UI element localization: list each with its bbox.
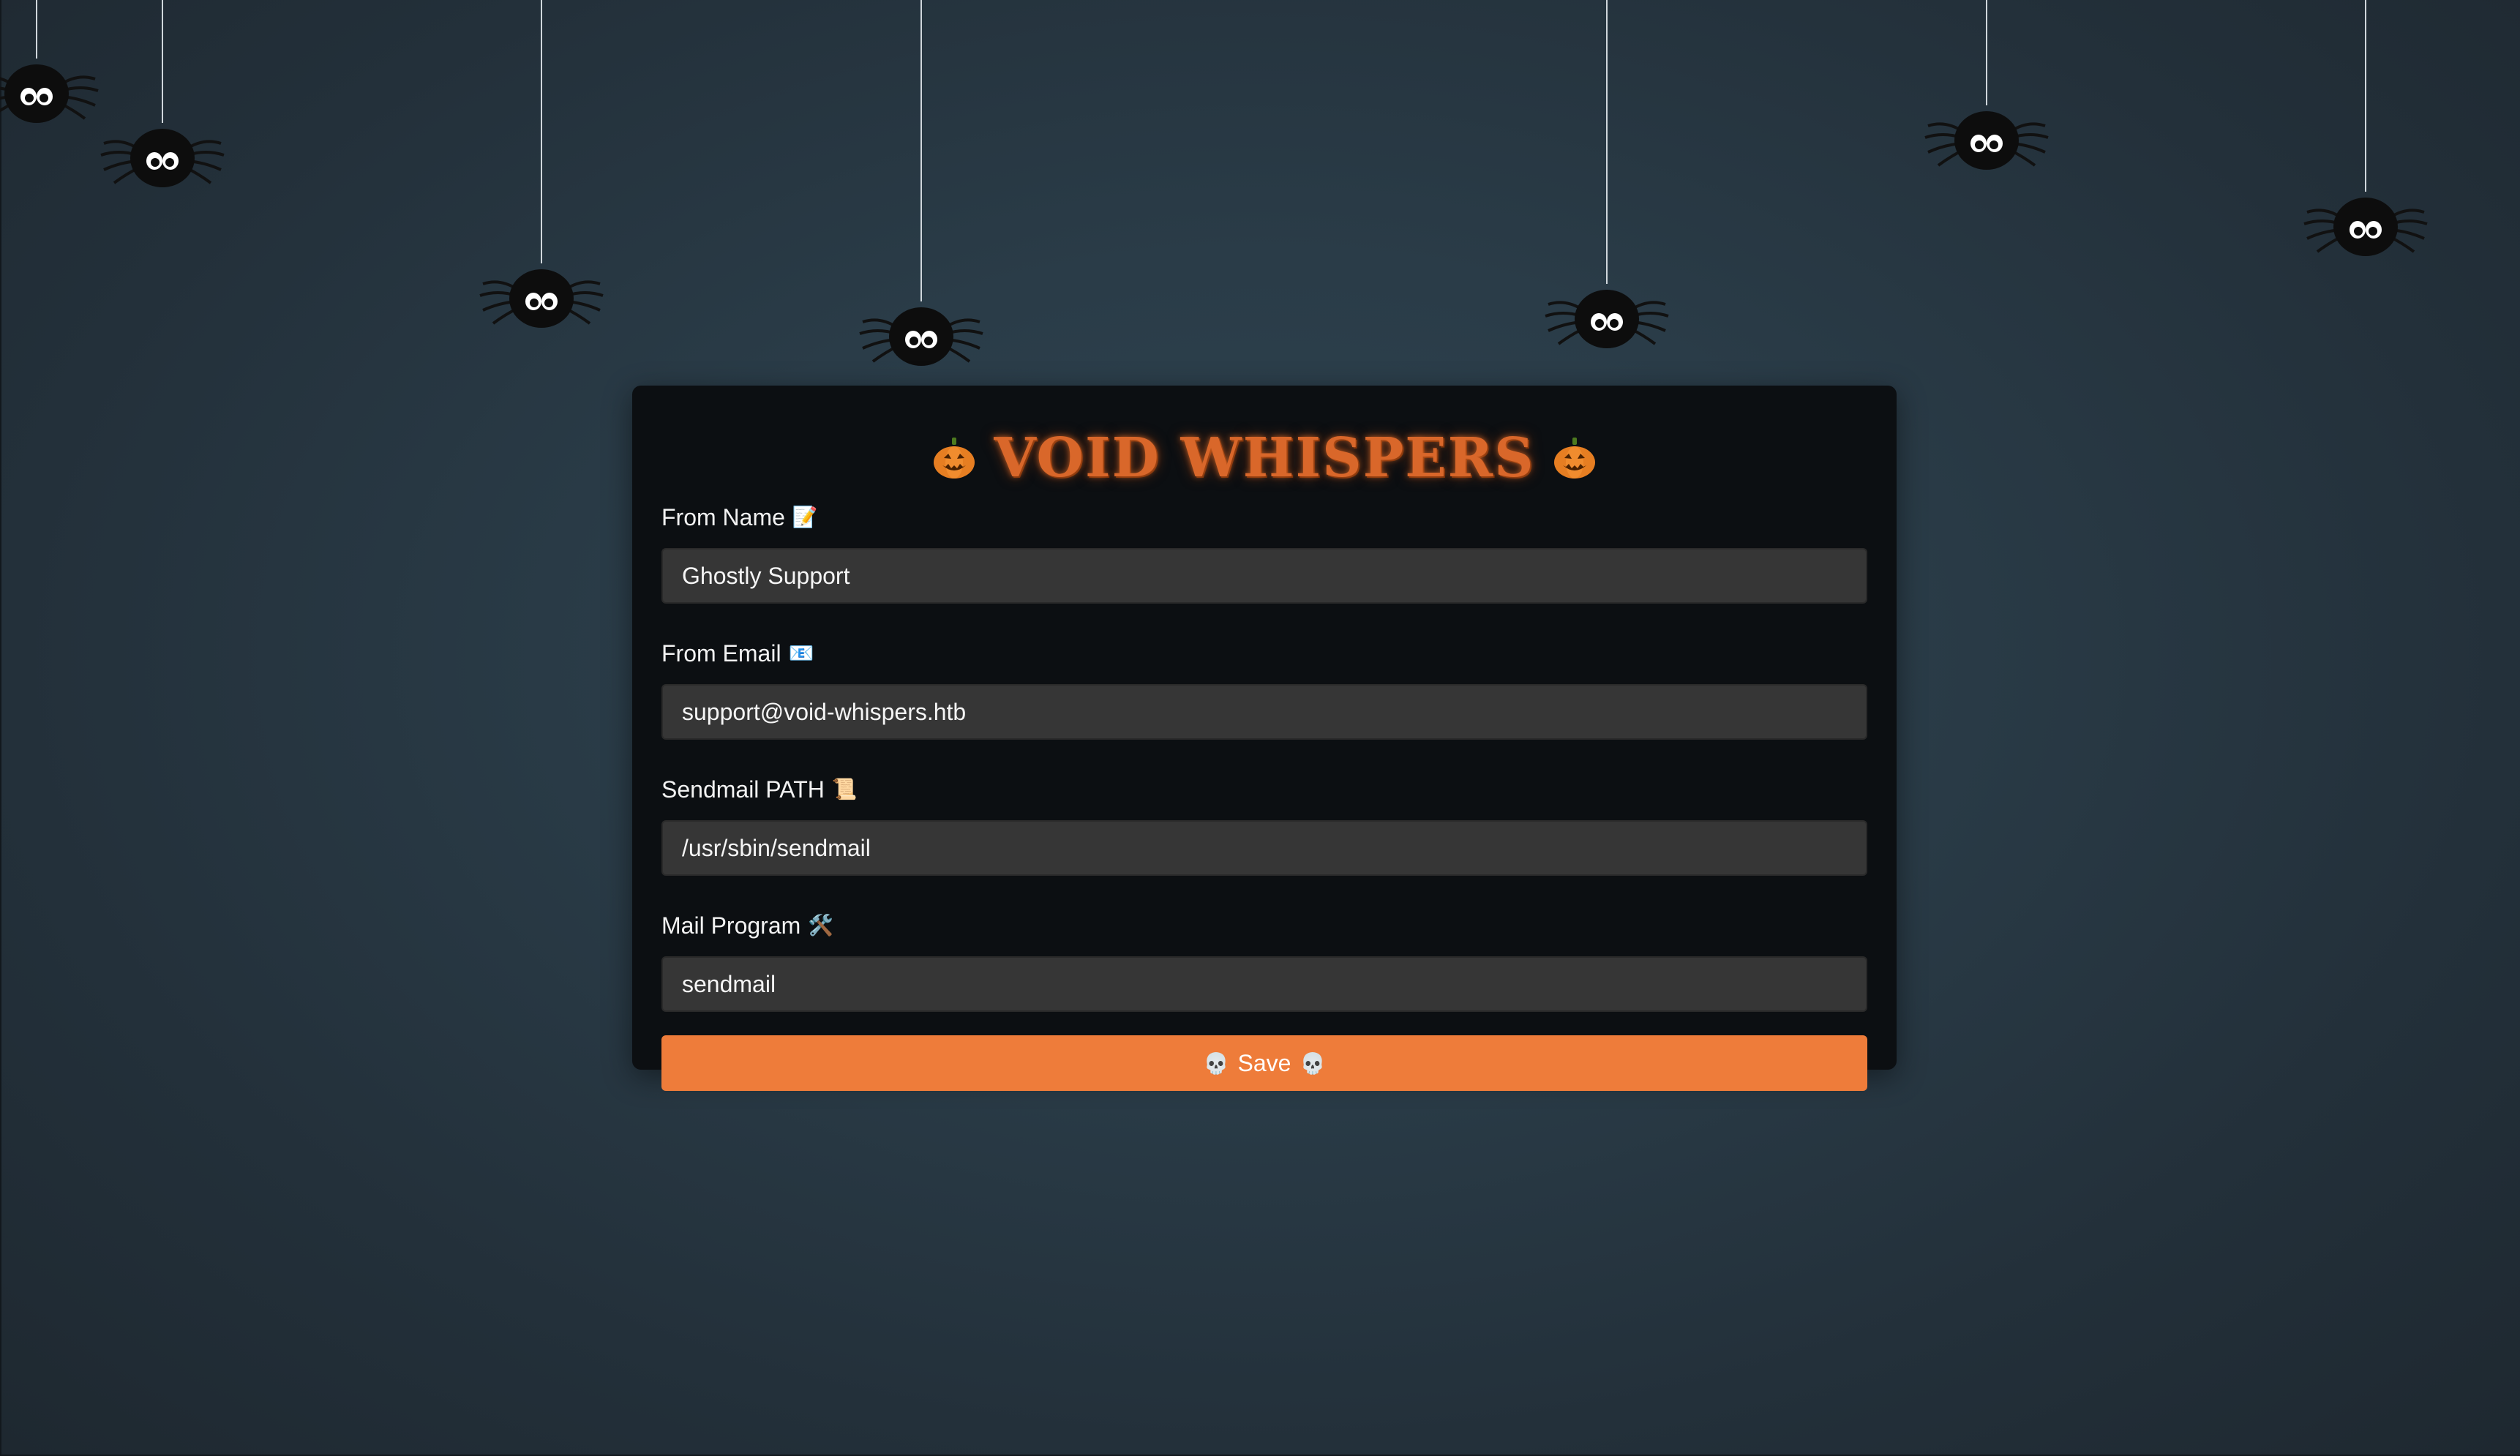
pumpkin-icon [934,438,975,479]
settings-panel: VOID WHISPERS From Name 📝 From Email 📧 S… [632,386,1897,1091]
mail-program-label: Mail Program 🛠️ [661,908,1867,943]
pumpkin-icon [1553,438,1595,479]
from-email-label: From Email 📧 [661,636,1867,671]
sendmail-path-label: Sendmail PATH 📜 [661,772,1867,807]
memo-icon: 📝 [792,506,818,528]
scroll-icon: 📜 [831,778,858,800]
sendmail-path-group: Sendmail PATH 📜 [661,772,1867,876]
sendmail-path-input[interactable] [661,820,1867,876]
sendmail-path-label-text: Sendmail PATH [661,776,825,803]
from-name-label-text: From Name [661,503,785,530]
from-email-input[interactable] [661,684,1867,740]
skull-icon: 💀 [1300,1051,1326,1075]
from-name-label: From Name 📝 [661,500,1867,535]
email-icon: 📧 [788,642,814,664]
from-name-group: From Name 📝 [661,500,1867,604]
page-title: VOID WHISPERS [994,427,1535,489]
tools-icon: 🛠️ [808,914,834,937]
mail-program-label-text: Mail Program [661,912,801,939]
page-title-row: VOID WHISPERS [661,418,1867,498]
save-button[interactable]: 💀 Save 💀 [661,1035,1867,1091]
from-name-input[interactable] [661,548,1867,604]
from-email-label-text: From Email [661,639,781,667]
skull-icon: 💀 [1203,1051,1229,1075]
save-button-label: Save [1237,1049,1291,1076]
mail-program-group: Mail Program 🛠️ [661,908,1867,1012]
mail-program-input[interactable] [661,956,1867,1012]
window-left-edge [0,0,1,1456]
from-email-group: From Email 📧 [661,636,1867,740]
